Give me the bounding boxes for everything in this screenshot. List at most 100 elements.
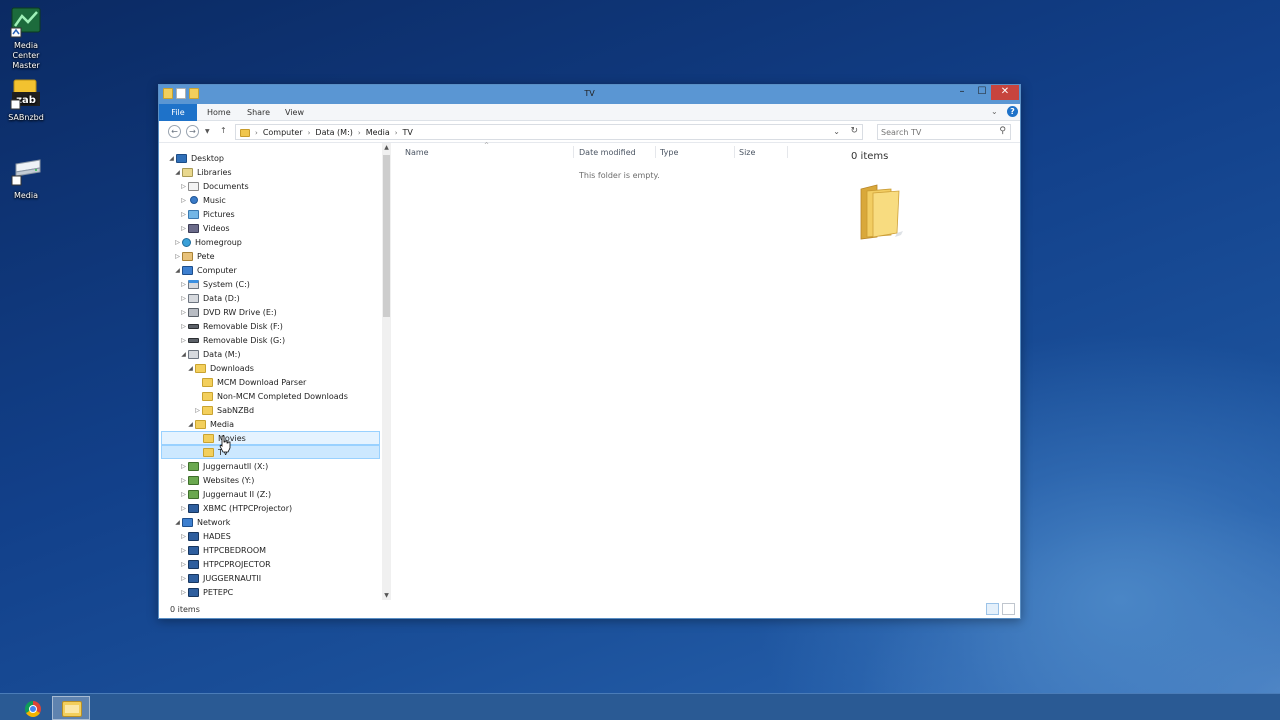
- tree-item-computer[interactable]: ◢ Computer: [161, 263, 380, 277]
- tree-item-libraries[interactable]: ◢ Libraries: [161, 165, 380, 179]
- title-bar[interactable]: TV – ☐ ✕: [159, 85, 1020, 104]
- desktop-icon-media-center-master[interactable]: Media Center Master: [0, 6, 52, 71]
- expand-arrow-icon[interactable]: ▷: [179, 309, 188, 316]
- collapse-arrow-icon[interactable]: ◢: [167, 155, 176, 162]
- maximize-button[interactable]: ☐: [971, 85, 993, 100]
- expand-arrow-icon[interactable]: ▷: [179, 281, 188, 288]
- details-view-button[interactable]: [986, 603, 999, 615]
- taskbar-file-explorer-button[interactable]: [52, 696, 90, 720]
- tab-home[interactable]: Home: [207, 104, 231, 121]
- large-icons-view-button[interactable]: [1002, 603, 1015, 615]
- tree-item-mcm-download-parser[interactable]: MCM Download Parser: [161, 375, 380, 389]
- expand-arrow-icon[interactable]: ▷: [179, 575, 188, 582]
- file-list[interactable]: Name ^ Date modified Type Size This fold…: [393, 142, 849, 600]
- expand-arrow-icon[interactable]: ▷: [179, 505, 188, 512]
- collapse-arrow-icon[interactable]: ◢: [186, 421, 195, 428]
- taskbar-chrome-button[interactable]: [12, 696, 50, 720]
- expand-arrow-icon[interactable]: ▷: [179, 337, 188, 344]
- collapse-arrow-icon[interactable]: ◢: [173, 169, 182, 176]
- refresh-icon[interactable]: ↻: [850, 126, 858, 136]
- tree-item-juggernautll-x[interactable]: ▷ Juggernautll (X:): [161, 459, 380, 473]
- tree-item-removable-f[interactable]: ▷ Removable Disk (F:): [161, 319, 380, 333]
- tree-item-data-m[interactable]: ◢ Data (M:): [161, 347, 380, 361]
- recent-locations-icon[interactable]: ▼: [205, 128, 210, 135]
- expand-arrow-icon[interactable]: ▷: [179, 547, 188, 554]
- tree-item-data-d[interactable]: ▷ Data (D:): [161, 291, 380, 305]
- column-header-type[interactable]: Type: [660, 148, 678, 157]
- tree-item-pete[interactable]: ▷ Pete: [161, 249, 380, 263]
- navigation-pane-scrollbar[interactable]: ▲ ▼: [382, 143, 391, 600]
- tree-item-juggernaut-ii-z[interactable]: ▷ Juggernaut II (Z:): [161, 487, 380, 501]
- tree-item-htpcbedroom[interactable]: ▷ HTPCBEDROOM: [161, 543, 380, 557]
- tree-item-documents[interactable]: ▷ Documents: [161, 179, 380, 193]
- tree-item-system-c[interactable]: ▷ System (C:): [161, 277, 380, 291]
- tree-item-tv[interactable]: TV: [161, 445, 380, 459]
- expand-arrow-icon[interactable]: ▷: [179, 211, 188, 218]
- tree-item-xbmc[interactable]: ▷ XBMC (HTPCProjector): [161, 501, 380, 515]
- tree-item-removable-g[interactable]: ▷ Removable Disk (G:): [161, 333, 380, 347]
- breadcrumb-tv[interactable]: TV: [403, 128, 413, 137]
- tab-view[interactable]: View: [285, 104, 304, 121]
- expand-ribbon-icon[interactable]: ⌄: [991, 107, 998, 116]
- expand-arrow-icon[interactable]: ▷: [179, 463, 188, 470]
- expand-arrow-icon[interactable]: ▷: [179, 491, 188, 498]
- chevron-right-icon[interactable]: ›: [395, 129, 398, 137]
- desktop-icon-sabnzbd[interactable]: zab SABnzbd: [0, 78, 52, 123]
- column-divider[interactable]: [734, 146, 735, 158]
- tree-item-movies[interactable]: Movies: [161, 431, 380, 445]
- back-icon[interactable]: ←: [168, 125, 181, 138]
- tree-item-websites-y[interactable]: ▷ Websites (Y:): [161, 473, 380, 487]
- expand-arrow-icon[interactable]: ▷: [193, 407, 202, 414]
- search-icon[interactable]: ⚲: [999, 126, 1006, 136]
- tree-item-pictures[interactable]: ▷ Pictures: [161, 207, 380, 221]
- tree-item-petepc[interactable]: ▷ PETEPC: [161, 585, 380, 599]
- tree-item-downloads[interactable]: ◢ Downloads: [161, 361, 380, 375]
- column-header-date-modified[interactable]: Date modified: [579, 148, 636, 157]
- search-input[interactable]: [881, 127, 989, 138]
- scroll-down-icon[interactable]: ▼: [382, 592, 391, 599]
- tree-item-homegroup[interactable]: ▷ Homegroup: [161, 235, 380, 249]
- tree-item-juggernautii[interactable]: ▷ JUGGERNAUTII: [161, 571, 380, 585]
- help-icon[interactable]: ?: [1007, 106, 1018, 117]
- chevron-right-icon[interactable]: ›: [358, 129, 361, 137]
- expand-arrow-icon[interactable]: ▷: [179, 589, 188, 596]
- tree-item-desktop[interactable]: ◢ Desktop: [161, 151, 380, 165]
- column-divider[interactable]: [573, 146, 574, 158]
- tree-item-non-mcm-completed[interactable]: Non-MCM Completed Downloads: [161, 389, 380, 403]
- breadcrumb-media[interactable]: Media: [366, 128, 390, 137]
- minimize-button[interactable]: –: [951, 85, 973, 100]
- chevron-right-icon[interactable]: ›: [308, 129, 311, 137]
- column-header-name[interactable]: Name: [405, 148, 429, 157]
- column-header-size[interactable]: Size: [739, 148, 755, 157]
- address-bar[interactable]: › Computer › Data (M:) › Media › TV ⌄ ↻: [235, 124, 863, 140]
- expand-arrow-icon[interactable]: ▷: [179, 295, 188, 302]
- up-icon[interactable]: ↑: [220, 126, 227, 135]
- column-divider[interactable]: [787, 146, 788, 158]
- expand-arrow-icon[interactable]: ▷: [179, 323, 188, 330]
- chevron-right-icon[interactable]: ›: [255, 129, 258, 137]
- collapse-arrow-icon[interactable]: ◢: [186, 365, 195, 372]
- tree-item-media[interactable]: ◢ Media: [161, 417, 380, 431]
- expand-arrow-icon[interactable]: ▷: [179, 477, 188, 484]
- forward-icon[interactable]: →: [186, 125, 199, 138]
- desktop-icon-media[interactable]: Media: [0, 156, 52, 201]
- breadcrumb-computer[interactable]: Computer: [263, 128, 303, 137]
- tree-item-dvd-e[interactable]: ▷ DVD RW Drive (E:): [161, 305, 380, 319]
- close-button[interactable]: ✕: [991, 85, 1019, 100]
- breadcrumb-data-m[interactable]: Data (M:): [315, 128, 352, 137]
- expand-arrow-icon[interactable]: ▷: [173, 253, 182, 260]
- collapse-arrow-icon[interactable]: ◢: [173, 519, 182, 526]
- tab-file[interactable]: File: [159, 104, 197, 121]
- navigation-pane[interactable]: ◢ Desktop ◢ Libraries ▷ Documents ▷ Music ▷ P…: [159, 143, 391, 600]
- expand-arrow-icon[interactable]: ▷: [179, 561, 188, 568]
- tree-item-videos[interactable]: ▷ Videos: [161, 221, 380, 235]
- tree-item-hades[interactable]: ▷ HADES: [161, 529, 380, 543]
- scrollbar-thumb[interactable]: [383, 155, 390, 317]
- collapse-arrow-icon[interactable]: ◢: [179, 351, 188, 358]
- column-divider[interactable]: [655, 146, 656, 158]
- search-box[interactable]: ⚲: [877, 124, 1011, 140]
- expand-arrow-icon[interactable]: ▷: [179, 225, 188, 232]
- tab-share[interactable]: Share: [247, 104, 270, 121]
- address-dropdown-icon[interactable]: ⌄: [833, 127, 840, 136]
- tree-item-music[interactable]: ▷ Music: [161, 193, 380, 207]
